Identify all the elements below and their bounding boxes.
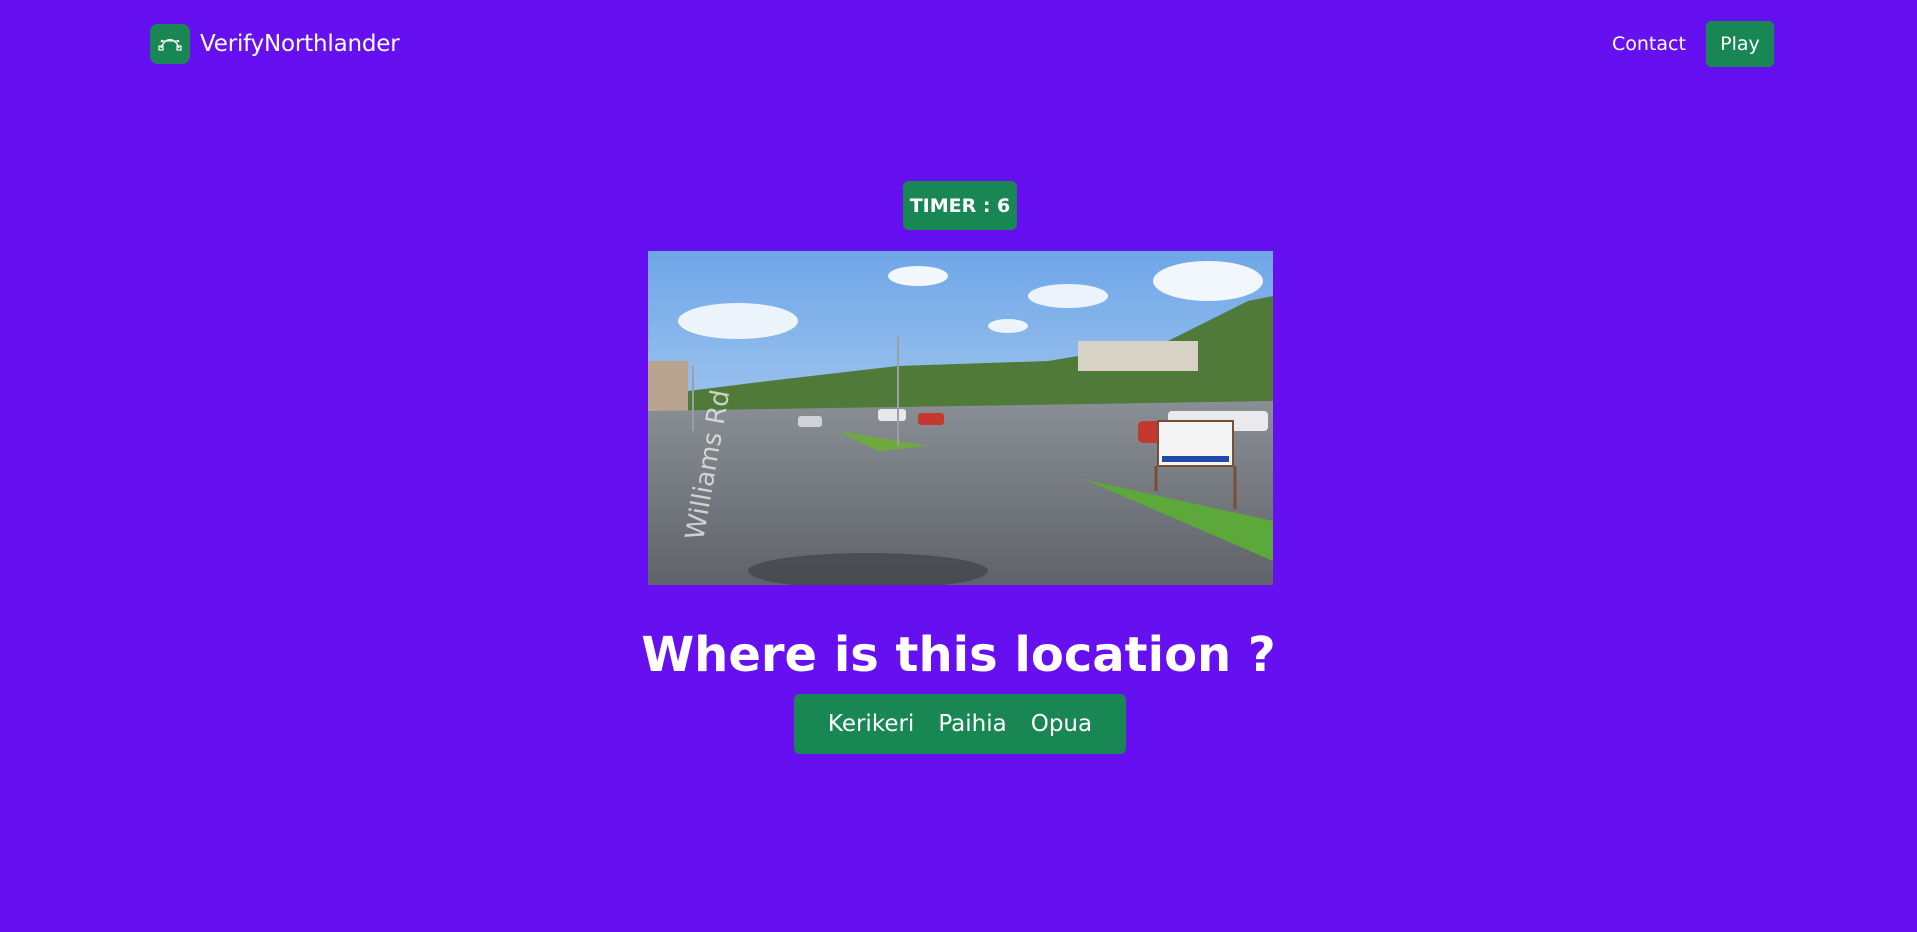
brand-name: VerifyNorthlander bbox=[200, 31, 400, 57]
option-paihia-button[interactable]: Paihia bbox=[926, 694, 1018, 754]
play-button[interactable]: Play bbox=[1705, 21, 1774, 67]
answer-options: Kerikeri Paihia Opua bbox=[794, 694, 1126, 754]
option-kerikeri-button[interactable]: Kerikeri bbox=[816, 694, 926, 754]
location-photo: Williams Rd bbox=[648, 251, 1273, 585]
bezier-curve-icon bbox=[150, 24, 190, 64]
nav-menu: Contact Play bbox=[1600, 21, 1774, 67]
contact-link[interactable]: Contact bbox=[1600, 22, 1706, 67]
question-heading: Where is this location ? bbox=[641, 627, 1276, 683]
option-opua-button[interactable]: Opua bbox=[1019, 694, 1104, 754]
timer-badge: TIMER : 6 bbox=[903, 181, 1017, 230]
brand-link[interactable]: VerifyNorthlander bbox=[150, 24, 400, 64]
navbar: VerifyNorthlander Contact Play bbox=[0, 0, 1917, 90]
